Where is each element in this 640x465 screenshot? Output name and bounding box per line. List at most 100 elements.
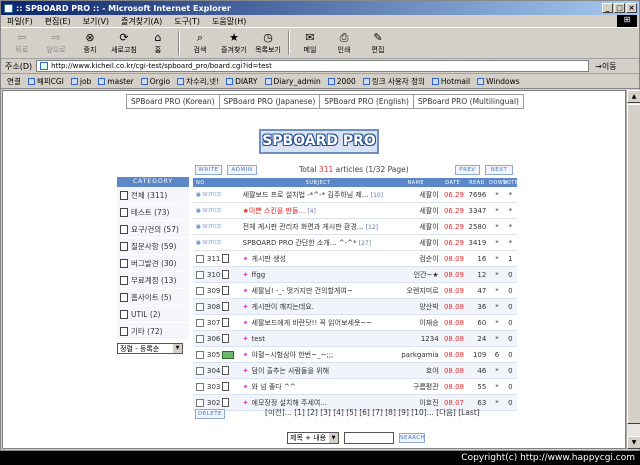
row-subject[interactable]: test — [252, 335, 265, 343]
category-item[interactable]: 버그발견 (30) — [117, 255, 189, 272]
close-button[interactable]: × — [626, 3, 637, 13]
menu-favorites[interactable]: 즐겨찾기(A) — [121, 16, 162, 27]
table-row[interactable]: ■ NOTICE 전체 게시판 관리자 화면과 게시판 환경... [12] 세팔이… — [193, 219, 517, 235]
row-checkbox[interactable] — [196, 334, 204, 343]
row-author[interactable]: 양산박 — [395, 302, 441, 312]
admin-button[interactable]: ADMIN — [227, 165, 257, 175]
row-checkbox[interactable] — [196, 254, 204, 263]
row-author[interactable]: 세팔이 — [395, 238, 441, 248]
row-subject[interactable]: SPBOARD PRO 간단한 소개... ^-^* — [243, 239, 357, 247]
row-checkbox[interactable] — [196, 302, 204, 311]
toolbar-button-0[interactable]: ⇦ 뒤로 — [5, 29, 39, 58]
delete-button[interactable]: DELETE — [195, 409, 225, 419]
pagination[interactable]: [이전]... [1] [2] [3] [4] [5] [6] [7] [8] … — [265, 407, 480, 418]
table-row[interactable]: 308 ✦ 게시판이 깨지는데요. 양산박 08.08 36 * 0 — [193, 299, 517, 315]
toolbar-button-10[interactable]: ✎ 편집 — [361, 29, 395, 58]
row-author[interactable]: 1234 — [395, 335, 441, 343]
link-item[interactable]: Diary_admin — [264, 77, 321, 86]
row-checkbox[interactable] — [196, 350, 204, 359]
toolbar-button-7[interactable]: ◷ 목록보기 — [251, 29, 285, 58]
row-subject[interactable]: 와 넘 좋다 ^^ — [252, 383, 296, 391]
toolbar-button-4[interactable]: ⌂ 홈 — [141, 29, 175, 58]
row-author[interactable]: 호야 — [395, 366, 441, 376]
next-button[interactable]: NEXT — [485, 165, 513, 175]
row-subject[interactable]: 덤이 출추는 사람들을 위해 — [252, 367, 330, 375]
maximize-button[interactable]: □ — [614, 3, 625, 13]
category-item[interactable]: 테스트 (73) — [117, 204, 189, 221]
search-button[interactable]: SEARCH — [399, 433, 425, 443]
table-row[interactable]: 311 ✦ 게시판 생성 컴순이 08.09 16 * 1 — [193, 251, 517, 267]
row-author[interactable]: 인간~★ — [395, 270, 441, 280]
scroll-down-icon[interactable]: ▼ — [627, 436, 640, 449]
menu-help[interactable]: 도움말(H) — [212, 16, 246, 27]
row-subject[interactable]: 에모장정 설치해 주세여... — [252, 399, 328, 407]
table-row[interactable]: 310 ✦ ffgg 인간~★ 08.09 12 * 0 — [193, 267, 517, 283]
version-link[interactable]: SPBoard PRO (Korean) — [127, 95, 220, 108]
row-author[interactable]: 이재승 — [395, 318, 441, 328]
toolbar-button-5[interactable]: ⌕ 검색 — [183, 29, 217, 58]
version-link[interactable]: SPBoard PRO (English) — [320, 95, 414, 108]
category-item[interactable]: 기타 (72) — [117, 323, 189, 340]
row-checkbox[interactable] — [196, 286, 204, 295]
row-subject[interactable]: 세팔보드 프로 설치법 -*^-* 김주하님 제... — [243, 191, 369, 199]
row-checkbox[interactable] — [196, 382, 204, 391]
minimize-button[interactable]: _ — [602, 3, 613, 13]
row-subject[interactable]: 게시판 생성 — [252, 255, 286, 263]
category-item[interactable]: 홈사이트 (5) — [117, 289, 189, 306]
category-item[interactable]: 전체 (311) — [117, 187, 189, 204]
row-subject[interactable]: ★이쁜 스킨을 만들... — [243, 207, 305, 215]
row-author[interactable]: 오렌지미르 — [395, 286, 441, 296]
row-author[interactable]: 세팔이 — [395, 222, 441, 232]
toolbar-button-6[interactable]: ★ 즐겨찾기 — [217, 29, 251, 58]
scroll-thumb[interactable] — [627, 104, 640, 424]
toolbar-button-8[interactable]: ✉ 메일 — [293, 29, 327, 58]
link-item[interactable]: 해피CGI — [27, 76, 64, 87]
table-row[interactable]: 303 ✦ 와 넘 좋다 ^^ 구름평관 08.08 55 * 0 — [193, 379, 517, 395]
row-author[interactable]: parkgamia — [395, 351, 441, 359]
row-checkbox[interactable] — [196, 270, 204, 279]
menu-edit[interactable]: 편집(E) — [45, 16, 71, 27]
link-item[interactable]: DIARY — [226, 77, 258, 86]
row-checkbox[interactable] — [196, 318, 204, 327]
toolbar-button-3[interactable]: ⟳ 새로고침 — [107, 29, 141, 58]
row-author[interactable]: 구름평관 — [395, 382, 441, 392]
row-subject[interactable]: 전체 게시판 관리자 화면과 게시판 환경... — [243, 223, 364, 231]
row-subject[interactable]: 세팔보드에게 바란닷!! 꼭 읽어보세욧~~ — [252, 319, 373, 327]
sort-select[interactable]: 정렬 - 등록순 ▼ — [117, 343, 183, 354]
table-row[interactable]: ■ NOTICE SPBOARD PRO 간단한 소개... ^-^* [27] 세… — [193, 235, 517, 251]
link-item[interactable]: 링크 사용자 정의 — [362, 76, 425, 87]
menu-view[interactable]: 보기(V) — [83, 16, 109, 27]
table-row[interactable]: 306 ✦ test 1234 08.08 24 * 0 — [193, 331, 517, 347]
version-link[interactable]: SPBoard PRO (Multilingual) — [414, 95, 523, 108]
row-author[interactable]: 컴순이 — [395, 254, 441, 264]
scroll-up-icon[interactable]: ▲ — [627, 90, 640, 103]
category-item[interactable]: 질문사항 (59) — [117, 238, 189, 255]
row-checkbox[interactable] — [196, 398, 204, 407]
address-input[interactable]: http://www.kicheil.co.kr/cgi-test/spboar… — [36, 60, 590, 72]
category-item[interactable]: 요구/건의 (57) — [117, 221, 189, 238]
row-author[interactable]: 세팔이 — [395, 190, 441, 200]
row-subject[interactable]: 야혈~시험삼아 한번~_~;;; — [252, 351, 334, 359]
row-author[interactable]: 세팔이 — [395, 206, 441, 216]
link-item[interactable]: 2000 — [327, 77, 356, 86]
table-row[interactable]: 309 ✦ 세팔님! -_- 멋가지만 건의할게여~ 오렌지미르 08.09 47 * 0 — [193, 283, 517, 299]
toolbar-button-1[interactable]: ⇨ 앞으로 — [39, 29, 73, 58]
toolbar-button-2[interactable]: ⊗ 중지 — [73, 29, 107, 58]
link-item[interactable]: job — [70, 77, 91, 86]
version-link[interactable]: SPBoard PRO (Japanese) — [220, 95, 321, 108]
write-button[interactable]: WRITE — [195, 165, 222, 175]
link-item[interactable]: Windows — [477, 77, 520, 86]
search-input[interactable] — [344, 432, 394, 444]
category-item[interactable]: UTIL (2) — [117, 306, 189, 323]
link-item[interactable]: Hotmail — [431, 77, 470, 86]
search-field-select[interactable]: 제목 + 내용 ▼ — [287, 432, 339, 444]
category-item[interactable]: 무료계정 (13) — [117, 272, 189, 289]
vertical-scrollbar[interactable]: ▲ ▼ — [626, 90, 640, 449]
table-row[interactable]: 307 ✦ 세팔보드에게 바란닷!! 꼭 읽어보세욧~~ 이재승 08.08 60 * 0 — [193, 315, 517, 331]
row-subject[interactable]: 세팔님! -_- 멋가지만 건의할게여~ — [252, 287, 353, 295]
table-row[interactable]: 305 ✦ 야혈~시험삼아 한번~_~;;; parkgamia 08.08 109 6 0 — [193, 347, 517, 363]
row-checkbox[interactable] — [196, 366, 204, 375]
table-row[interactable]: 304 ✦ 덤이 출추는 사람들을 위해 호야 08.08 46 * 0 — [193, 363, 517, 379]
link-item[interactable]: 차수리,넷! — [177, 76, 219, 87]
link-item[interactable]: Orgio — [140, 77, 170, 86]
